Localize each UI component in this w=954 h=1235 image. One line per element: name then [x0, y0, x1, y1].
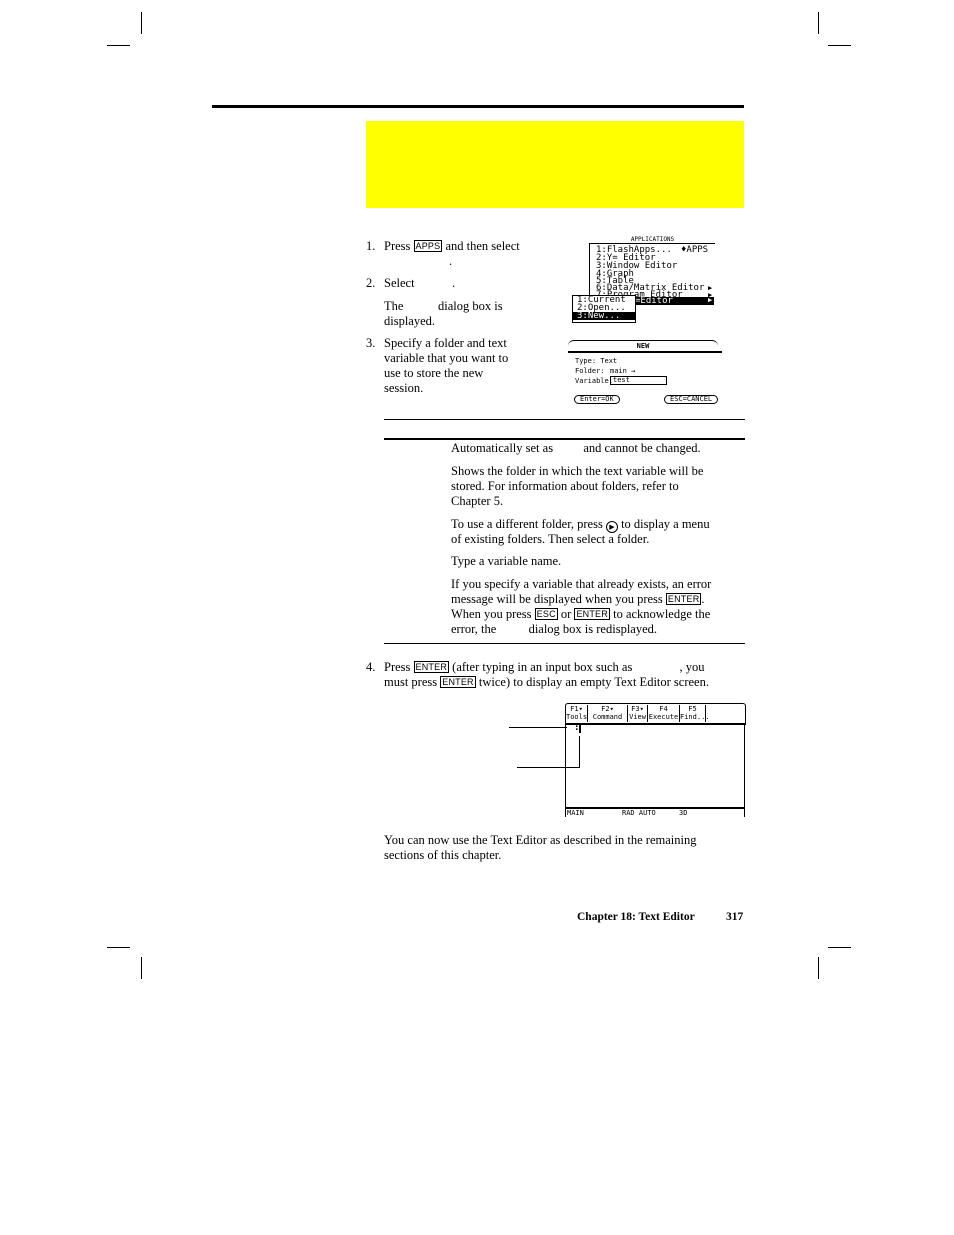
- step-3-line: Specify a folder and text: [384, 336, 507, 350]
- tab-execute[interactable]: F4 Execute: [648, 705, 680, 722]
- callout-line-cursor: [517, 767, 580, 768]
- step-2-note-a: The: [384, 299, 404, 313]
- table-row-folder-line: of existing folders. Then select a folde…: [451, 532, 650, 546]
- screen-title: APPLICATIONS: [630, 236, 675, 243]
- table-row-folder-line: To use a different folder, press ▶ to di…: [451, 517, 710, 533]
- step-2-note-c: displayed.: [384, 314, 436, 328]
- screen-border: [744, 723, 745, 817]
- table-row-folder-line: Chapter 5.: [451, 494, 504, 508]
- enter-key-icon: ENTER: [440, 676, 476, 688]
- step-3-line: use to store the new: [384, 366, 484, 380]
- tab-view[interactable]: F3▾ View: [628, 705, 648, 722]
- step-1-text: Press APPS and then select: [384, 239, 520, 253]
- callout-line-cursor: [579, 736, 580, 768]
- tab-tools[interactable]: F1▾ Tools: [566, 705, 588, 722]
- folder-dropdown[interactable]: main →: [610, 367, 635, 375]
- applications-menu-screen: APPLICATIONS 1:FlashApps... ♦APPS 2:Y= E…: [571, 236, 717, 323]
- ok-button[interactable]: Enter=OK: [574, 395, 620, 404]
- table-row-variable-line: Type a variable name.: [451, 554, 562, 568]
- crop-mark: [141, 12, 142, 34]
- step-4-number: 4.: [366, 660, 376, 674]
- table-row-folder-line: stored. For information about folders, r…: [451, 479, 679, 493]
- crop-mark: [818, 957, 819, 979]
- closing-line: sections of this chapter.: [384, 848, 502, 862]
- status-mode: RAD AUTO: [622, 809, 656, 817]
- table-row-type: Automatically set as and cannot be chang…: [451, 441, 701, 455]
- table-top-rule: [384, 419, 745, 420]
- step-3-number: 3.: [366, 336, 376, 350]
- variable-label: Variable:: [575, 377, 613, 385]
- step-3-line: session.: [384, 381, 424, 395]
- table-row-variable-line: When you press ESC or ENTER to acknowled…: [451, 607, 711, 621]
- text-editor-screen: F1▾ Tools F2▾ Command F3▾ View F4 Execut…: [565, 703, 746, 817]
- page-number: 317: [726, 911, 744, 923]
- tab-command[interactable]: F2▾ Command: [588, 705, 628, 722]
- table-row-folder-line: Shows the folder in which the text varia…: [451, 464, 704, 478]
- crop-mark: [818, 12, 819, 34]
- enter-key-icon: ENTER: [574, 608, 610, 620]
- step-1-number: 1.: [366, 239, 376, 253]
- esc-key-icon: ESC: [534, 608, 558, 620]
- cancel-button[interactable]: ESC=CANCEL: [664, 395, 719, 404]
- folder-label: Folder:: [575, 367, 605, 375]
- submenu-item-selected[interactable]: 3:New...: [573, 312, 635, 321]
- table-row-variable-line: If you specify a variable that already e…: [451, 577, 712, 591]
- step-2-text: Select: [384, 276, 415, 290]
- table-bottom-rule: [384, 643, 745, 644]
- text-cursor: [579, 724, 581, 733]
- callout-line-prompt: [509, 727, 567, 728]
- step-2-trail: .: [452, 276, 456, 290]
- enter-key-icon: ENTER: [665, 593, 702, 605]
- enter-key-icon: ENTER: [413, 661, 450, 673]
- closing-line: You can now use the Text Editor as descr…: [384, 833, 697, 847]
- crop-mark: [107, 45, 130, 46]
- header-rule: [212, 105, 744, 108]
- step-4-line: Press ENTER (after typing in an input bo…: [384, 660, 705, 674]
- new-dialog-screen: NEW Type: Text Folder: main → Variable: …: [564, 340, 722, 406]
- crop-mark: [828, 45, 851, 46]
- crop-mark: [107, 947, 130, 948]
- footer-chapter: Chapter 18: Text Editor: [577, 911, 695, 923]
- dialog-title: NEW: [636, 342, 650, 350]
- step-1-trail: .: [449, 254, 453, 268]
- dialog-divider: [568, 351, 722, 353]
- step-3-line: variable that you want to: [384, 351, 509, 365]
- apps-key-icon: APPS: [413, 240, 443, 252]
- crop-mark: [828, 947, 851, 948]
- variable-input[interactable]: test: [610, 376, 667, 385]
- crop-mark: [141, 957, 142, 979]
- table-row-variable-line: error, the dialog box is redisplayed.: [451, 622, 658, 636]
- table-header-rule: [384, 438, 745, 440]
- screen-border: [565, 723, 566, 817]
- status-folder: MAIN: [567, 809, 584, 817]
- step-2-note-b: dialog box is: [438, 299, 503, 313]
- status-graph: 3D: [679, 809, 688, 817]
- submenu-arrow-icon: ▶: [708, 296, 713, 304]
- submenu: 1:Current 2:Open... 3:New...: [572, 295, 636, 323]
- step-4-line: must press ENTER twice) to display an em…: [384, 675, 709, 689]
- toolbar: F1▾ Tools F2▾ Command F3▾ View F4 Execut…: [565, 703, 746, 725]
- highlight-band: [366, 121, 744, 208]
- type-label: Type: Text: [575, 357, 618, 365]
- menu-item-highlighted[interactable]: =Editor: [633, 297, 714, 306]
- flash-shortcut: ♦APPS: [681, 245, 709, 255]
- step-2-number: 2.: [366, 276, 376, 290]
- table-row-variable-line: message will be displayed when you press…: [451, 592, 705, 606]
- tab-find[interactable]: F5 Find...: [680, 705, 710, 722]
